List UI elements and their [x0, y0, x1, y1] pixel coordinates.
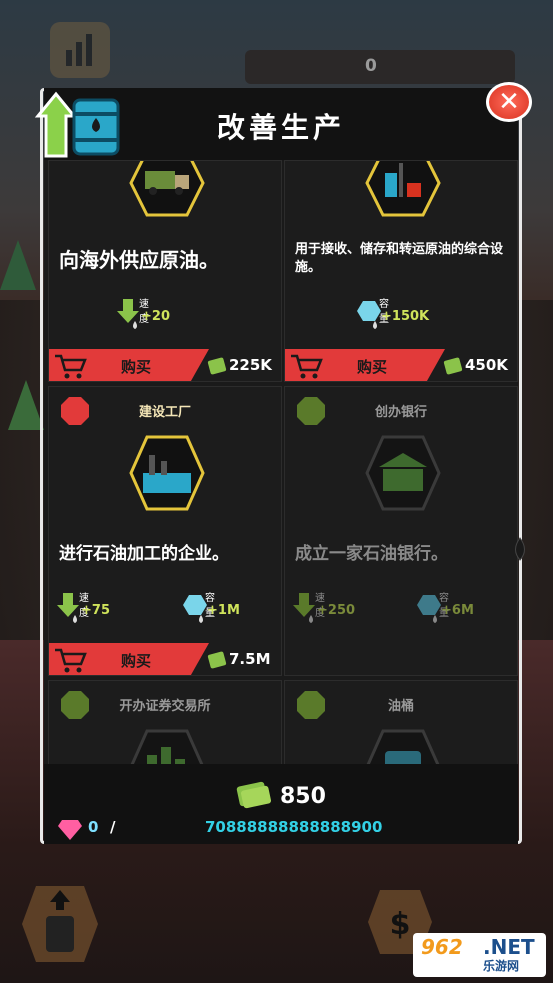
stock-exchange-icon: [130, 729, 204, 764]
scroll-handle[interactable]: [509, 536, 531, 562]
buy-label: 购买: [121, 358, 152, 376]
bank-icon: [365, 435, 441, 511]
speed-arrow-icon: [117, 299, 139, 329]
card-name: 油桶: [387, 699, 414, 714]
upgrade-card: 向海外供应原油。 速度 +20 购买 225K: [48, 160, 282, 382]
card-name: 创办银行: [374, 405, 427, 420]
stat-value: +150K: [381, 309, 430, 324]
card-name: 建设工厂: [138, 405, 191, 420]
price: 450K: [465, 356, 508, 374]
card-description: 成立一家石油银行。: [295, 544, 448, 564]
stat-value: +75: [81, 603, 110, 618]
upgrade-card: 建设工厂 进行石油加工的企业。 速度 +75 容量 +1M 购买 7.5M: [48, 386, 282, 676]
top-counter: 0: [365, 56, 377, 76]
bar-chart-icon: [66, 34, 92, 66]
top-counter-bar: 0: [245, 50, 515, 84]
buy-label: 购买: [357, 358, 388, 376]
truck-icon: [129, 161, 205, 217]
upgrade-card-locked: 油桶: [284, 680, 518, 764]
speed-stat: 速度 +250: [293, 593, 355, 623]
cash-icon: [207, 357, 227, 375]
total-value: 70888888888888900: [205, 818, 383, 836]
watermark-cn: 乐游网: [483, 959, 520, 973]
shopping-cart-icon: [55, 354, 87, 379]
gem-separator: /: [110, 818, 116, 836]
upgrade-card-locked: 开办证券交易所: [48, 680, 282, 764]
upgrade-grid: 向海外供应原油。 速度 +20 购买 225K 用于接收、储存和转运原油的综合设…: [44, 160, 518, 764]
site-watermark: 962 .NET 乐游网: [413, 933, 546, 977]
shopping-cart-icon: [55, 648, 87, 673]
svg-text:$: $: [390, 907, 411, 942]
background-tree: [8, 380, 44, 430]
shopping-cart-icon: [291, 354, 323, 379]
buy-bar[interactable]: 购买 225K: [49, 349, 281, 381]
barrel-upgrade-button[interactable]: [22, 876, 98, 972]
capacity-stat: 容量 +150K: [357, 299, 429, 329]
upgrade-card: 用于接收、储存和转运原油的综合设施。 容量 +150K 购买 450K: [284, 160, 518, 382]
buy-label: 购买: [121, 652, 152, 670]
speed-arrow-icon: [293, 593, 315, 623]
card-name: 开办证券交易所: [119, 699, 211, 714]
factory-icon: [129, 435, 205, 511]
capacity-icon: [417, 595, 441, 623]
oil-barrel-icon: [366, 729, 440, 764]
buy-bar[interactable]: 购买 450K: [285, 349, 517, 381]
speed-stat: 速度 +20: [117, 299, 170, 329]
stat-value: +6M: [441, 603, 474, 618]
card-description: 进行石油加工的企业。: [59, 544, 229, 564]
capacity-icon: [357, 301, 381, 329]
capacity-icon: [183, 595, 207, 623]
capacity-stat: 容量 +6M: [417, 593, 474, 623]
price: 225K: [229, 356, 272, 374]
cash-icon: [443, 357, 463, 375]
stat-value: +20: [141, 309, 170, 324]
speed-arrow-icon: [57, 593, 79, 623]
capacity-stat: 容量 +1M: [183, 593, 240, 623]
watermark-net: .NET: [483, 935, 535, 959]
buy-bar[interactable]: 购买 7.5M: [49, 643, 281, 675]
stat-value: +250: [317, 603, 356, 618]
close-icon: ✕: [498, 87, 520, 117]
cash-stack-icon: [236, 781, 272, 809]
gem-icon: [58, 820, 82, 840]
oil-barrel-upgrade-icon: [34, 91, 120, 158]
price: 7.5M: [229, 650, 271, 668]
upgrade-card-locked: 创办银行 成立一家石油银行。 速度 +250 容量 +6M: [284, 386, 518, 676]
background-tree: [0, 240, 36, 290]
stats-button[interactable]: [50, 22, 110, 78]
gem-count: 0: [88, 818, 99, 836]
stat-value: +1M: [207, 603, 240, 618]
oil-pump-icon: [365, 161, 441, 217]
money-amount: 850: [280, 784, 326, 809]
card-description: 用于接收、储存和转运原油的综合设施。: [295, 242, 504, 275]
card-description: 向海外供应原油。: [59, 248, 219, 272]
cash-icon: [207, 651, 227, 669]
close-button[interactable]: ✕: [486, 82, 532, 122]
speed-stat: 速度 +75: [57, 593, 110, 623]
watermark-brand: 962: [421, 935, 463, 959]
